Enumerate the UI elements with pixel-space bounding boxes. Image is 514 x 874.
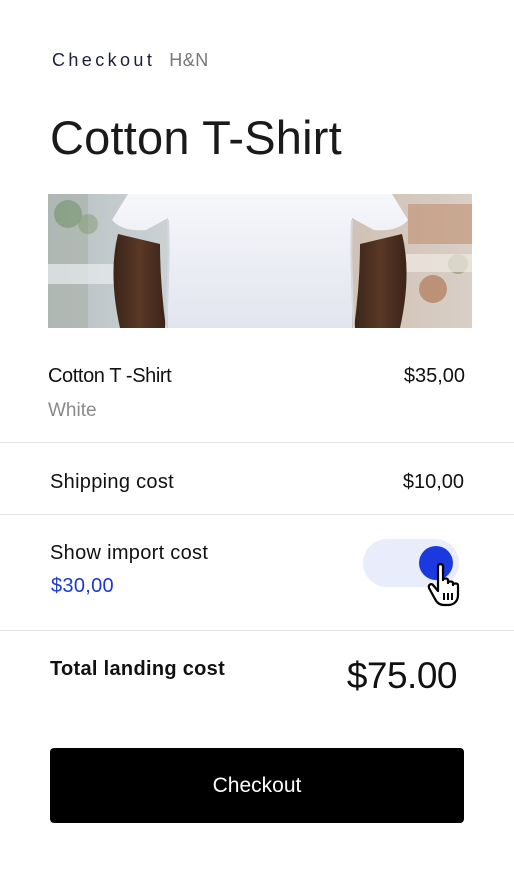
import-cost-label: Show import cost [50, 542, 209, 564]
product-image [48, 194, 472, 328]
divider [0, 514, 514, 515]
checkout-label: Checkout [52, 50, 156, 70]
product-title: Cotton T-Shirt [50, 111, 342, 164]
checkout-header: Checkout H&N [52, 50, 209, 71]
toggle-knob [419, 546, 453, 580]
divider [0, 442, 514, 443]
total-label: Total landing cost [50, 658, 226, 680]
item-variant: White [48, 400, 97, 421]
item-name: Cotton T -Shirt [48, 365, 172, 387]
shipping-label: Shipping cost [50, 471, 174, 493]
import-cost-toggle[interactable] [363, 539, 459, 587]
import-cost-value: $30,00 [51, 575, 114, 597]
shipping-value: $10,00 [402, 471, 464, 493]
total-value: $75.00 [346, 655, 458, 696]
divider [0, 630, 514, 631]
brand-name: H&N [169, 50, 209, 70]
checkout-button[interactable]: Checkout [50, 748, 464, 823]
item-price: $35,00 [403, 365, 465, 387]
